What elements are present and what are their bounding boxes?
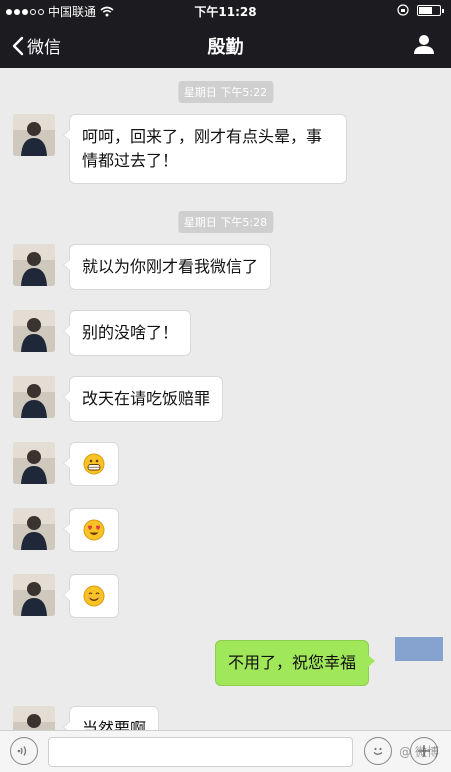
message-bubble[interactable]: 别的没啥了！ [62,310,192,356]
nav-bar: 微信 殷勤 [0,22,451,68]
contact-avatar[interactable] [13,706,55,730]
contact-avatar[interactable] [13,114,55,156]
message-text: 改天在请吃饭赔罪 [82,389,211,408]
message-text: 不用了，祝您幸福 [228,653,357,672]
status-time: 下午11:28 [194,5,257,19]
emoji-bubble[interactable] [63,508,119,552]
contact-avatar[interactable] [13,376,55,418]
contact-avatar[interactable] [13,574,55,616]
plus-icon [418,745,430,757]
smiley-icon [373,747,383,755]
status-right [397,4,444,16]
timestamp: 星期日 下午5:28 [177,211,274,233]
voice-icon [17,746,27,756]
message-bubble[interactable]: 就以为你刚才看我微信了 [62,244,272,290]
message-text: 情都过去了！ [82,151,179,170]
message-input[interactable] [48,737,353,767]
timestamp: 星期日 下午5:22 [177,81,274,103]
chat-history[interactable]: 星期日 下午5:22 呵呵，回来了，刚才有点头晕，事 情都过去了！ 星期日 下午… [0,68,451,730]
grin-emoji-icon [83,453,105,475]
message-text: 就以为你刚才看我微信了 [82,257,259,276]
contact-avatar[interactable] [13,442,55,484]
orientation-lock-icon [397,4,409,16]
message-text: 别的没啥了！ [82,323,179,342]
more-options-button[interactable] [410,737,438,765]
person-icon [414,35,434,54]
message-text: 呵呵，回来了，刚才有点头晕，事 [82,127,323,146]
self-avatar-redacted [395,637,443,661]
smile-emoji-icon [83,585,105,607]
chat-title: 殷勤 [207,37,244,58]
emoji-button[interactable] [364,737,392,765]
message-text: 当然要啊 [82,719,147,730]
message-bubble[interactable]: 当然要啊 [62,706,160,730]
sent-message-bubble[interactable]: 不用了，祝您幸福 [215,640,376,686]
heart-eyes-emoji-icon [83,519,105,541]
battery-icon [417,4,444,16]
contact-avatar[interactable] [13,310,55,352]
input-bar: @ 微博 [0,730,451,772]
message-bubble[interactable]: 呵呵，回来了，刚才有点头晕，事 情都过去了！ [63,114,347,184]
contact-avatar[interactable] [13,508,55,550]
profile-button[interactable] [413,33,435,59]
emoji-bubble[interactable] [63,574,119,618]
voice-input-button[interactable] [10,737,38,765]
emoji-bubble[interactable] [63,442,119,486]
message-bubble[interactable]: 改天在请吃饭赔罪 [62,376,224,422]
status-bar: 中国联通 下午11:28 [0,0,451,22]
contact-avatar[interactable] [13,244,55,286]
